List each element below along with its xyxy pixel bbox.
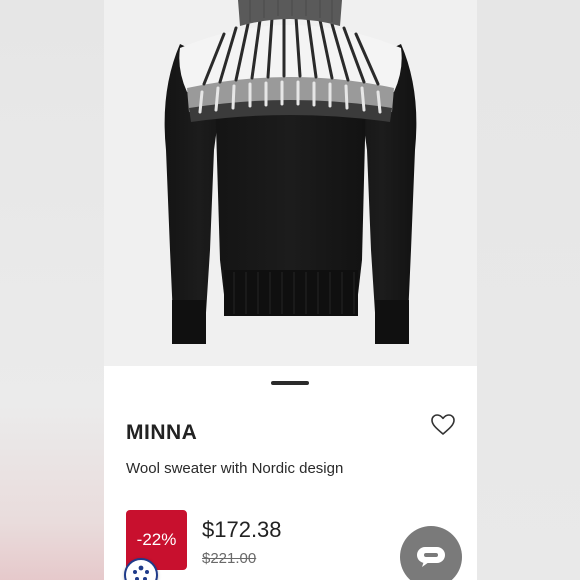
product-description: Wool sweater with Nordic design: [126, 460, 344, 477]
background-right: [477, 0, 580, 580]
sheet-drag-handle[interactable]: [271, 381, 309, 385]
sale-price: $172.38: [202, 517, 282, 542]
original-price: $221.00: [202, 550, 257, 567]
sweater-illustration: [164, 0, 417, 344]
product-brand: MINNA: [126, 421, 198, 444]
product-image[interactable]: [104, 0, 477, 366]
chat-icon[interactable]: [400, 526, 462, 580]
accessibility-icon[interactable]: [124, 558, 158, 580]
background-left: [0, 0, 104, 580]
product-details-sheet: MINNA Wool sweater with Nordic design -2…: [104, 366, 477, 580]
app-screen: MINNA Wool sweater with Nordic design -2…: [104, 0, 477, 580]
heart-icon[interactable]: [430, 413, 456, 437]
